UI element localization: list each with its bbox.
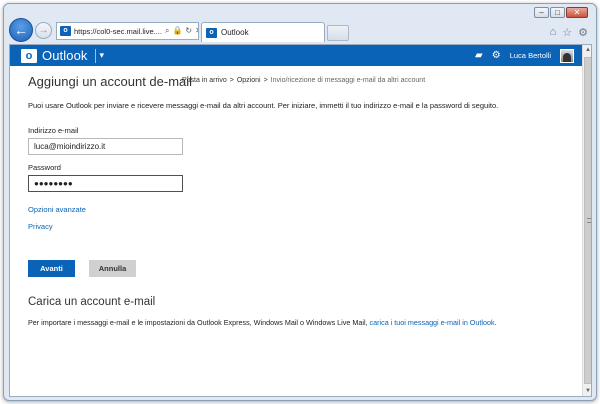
tab-title: Outlook <box>221 28 249 37</box>
forward-button[interactable]: → <box>35 22 52 39</box>
close-icon[interactable]: ✕ <box>195 26 198 36</box>
scroll-down-icon[interactable]: ▼ <box>583 386 591 396</box>
import-link[interactable]: carica i tuoi messaggi e-mail in Outlook <box>370 318 495 327</box>
outlook-header: o Outlook ▾ ▰ ⚙ Luca Bertolli <box>10 45 582 66</box>
breadcrumb: Posta in arrivo > Opzioni > Invio/ricezi… <box>182 77 425 84</box>
star-icon[interactable]: ☆ <box>562 26 572 39</box>
window-controls: – □ ✕ <box>534 7 588 18</box>
advanced-options-link[interactable]: Opzioni avanzate <box>28 205 86 214</box>
page-content: o Outlook ▾ ▰ ⚙ Luca Bertolli ▲ ▼ Aggiun… <box>9 44 592 397</box>
refresh-icon[interactable]: ↻ <box>185 26 192 36</box>
minimize-button[interactable]: – <box>534 7 549 18</box>
header-right: ▰ ⚙ Luca Bertolli <box>475 48 574 63</box>
breadcrumb-inbox[interactable]: Posta in arrivo <box>182 77 227 84</box>
header-divider <box>94 48 96 63</box>
outlook-favicon-icon: o <box>60 26 71 36</box>
password-label: Password <box>28 163 61 172</box>
search-icon[interactable]: ⌕ <box>165 26 169 36</box>
scroll-up-icon[interactable]: ▲ <box>583 45 591 56</box>
intro-text: Puoi usare Outlook per inviare e ricever… <box>28 101 499 110</box>
breadcrumb-current: Invio/ricezione di messaggi e-mail da al… <box>270 77 426 84</box>
next-button[interactable]: Avanti <box>28 260 75 277</box>
page-title: Aggiungi un account de-mail <box>28 74 193 89</box>
address-text: https://col0-sec.mail.live.... <box>74 26 162 36</box>
close-button[interactable]: ✕ <box>566 7 588 18</box>
forward-arrow-icon: → <box>38 25 49 36</box>
chevron-down-icon[interactable]: ▾ <box>100 50 105 61</box>
import-text: Per importare i messaggi e-mail e le imp… <box>28 318 497 327</box>
app-name[interactable]: Outlook <box>42 48 88 63</box>
maximize-button[interactable]: □ <box>550 7 565 18</box>
password-field[interactable]: ●●●●●●●● <box>28 175 183 192</box>
import-description: Per importare i messaggi e-mail e le imp… <box>28 318 368 327</box>
chat-icon[interactable]: ▰ <box>475 50 483 61</box>
import-section-title: Carica un account e-mail <box>28 296 156 308</box>
breadcrumb-options[interactable]: Opzioni <box>237 77 261 84</box>
new-tab-button[interactable] <box>327 25 349 41</box>
home-icon[interactable]: ⌂ <box>550 26 557 39</box>
avatar[interactable] <box>560 48 574 63</box>
scroll-thumb[interactable] <box>584 57 591 384</box>
gear-icon[interactable]: ⚙ <box>578 26 588 39</box>
tab-outlook[interactable]: o Outlook <box>201 22 325 42</box>
address-icons: ⌕ 🔒 ↻ ✕ <box>165 26 198 36</box>
email-label: Indirizzo e-mail <box>28 126 79 135</box>
user-name[interactable]: Luca Bertolli <box>510 51 551 60</box>
outlook-tab-icon: o <box>206 27 217 38</box>
import-end: . <box>494 318 497 327</box>
cancel-button[interactable]: Annulla <box>89 260 136 277</box>
gear-icon[interactable]: ⚙ <box>492 50 501 61</box>
browser-tools: ⌂ ☆ ⚙ <box>550 26 588 39</box>
breadcrumb-sep: > <box>263 77 268 84</box>
browser-window: – □ ✕ ← → o https://col0-sec.mail.live..… <box>3 3 597 401</box>
address-bar[interactable]: o https://col0-sec.mail.live.... ⌕ 🔒 ↻ ✕ <box>56 22 199 40</box>
breadcrumb-sep: > <box>229 77 234 84</box>
privacy-link[interactable]: Privacy <box>28 222 53 231</box>
outlook-logo-icon[interactable]: o <box>21 48 37 63</box>
vertical-scrollbar[interactable]: ▲ ▼ <box>582 45 591 396</box>
lock-icon[interactable]: 🔒 <box>172 26 182 36</box>
email-field[interactable]: luca@mioindirizzo.it <box>28 138 183 155</box>
back-button[interactable]: ← <box>9 18 33 42</box>
back-arrow-icon: ← <box>14 22 28 38</box>
browser-nav-row: ← → o https://col0-sec.mail.live.... ⌕ 🔒… <box>4 18 596 44</box>
